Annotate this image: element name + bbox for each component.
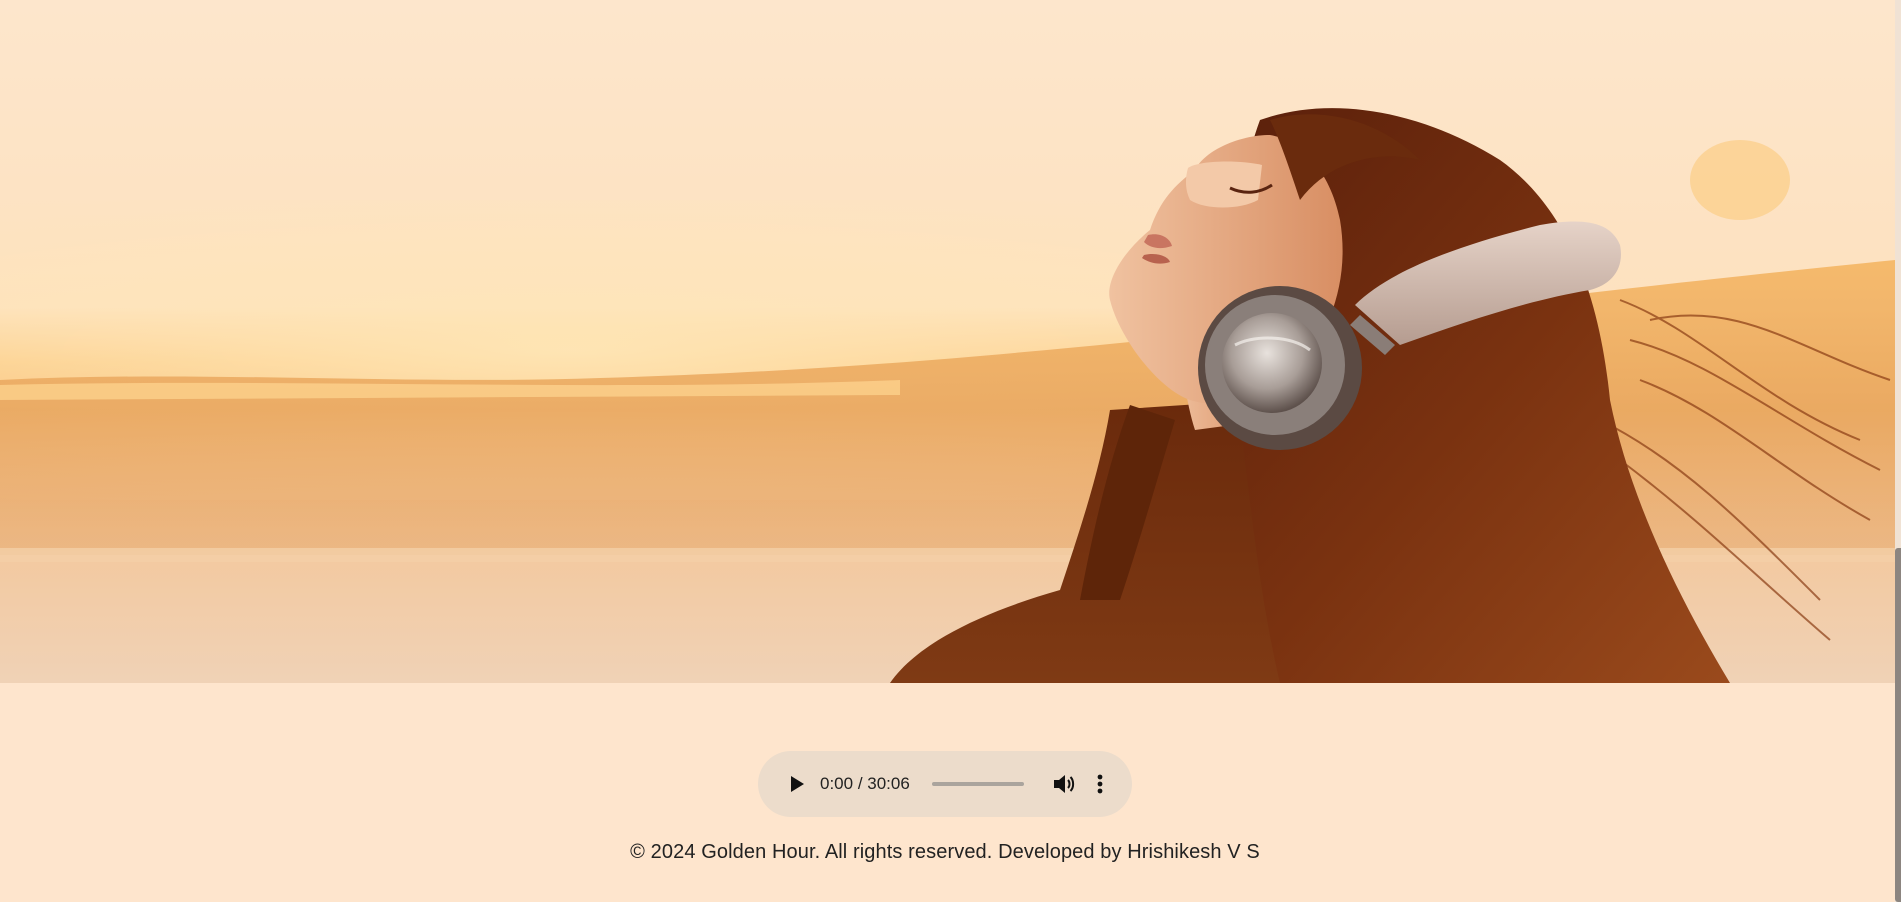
scrollbar[interactable] [1895,0,1901,902]
woman-headphones-sunset-photo [0,0,1895,683]
volume-button[interactable] [1050,770,1078,798]
time-display: 0:00 / 30:06 [820,774,910,794]
hero-image [0,0,1895,683]
time-separator: / [853,774,868,793]
play-icon [791,776,804,792]
page: 0:00 / 30:06 © 2024 Golden Hour. All rig… [0,0,1901,902]
more-options-button[interactable] [1090,770,1110,798]
footer-copyright: © 2024 Golden Hour. All rights reserved.… [630,841,1260,863]
audio-player[interactable]: 0:00 / 30:06 [758,751,1132,817]
scrollbar-thumb[interactable] [1895,548,1901,902]
current-time: 0:00 [820,774,854,793]
volume-icon [1053,775,1074,793]
more-vertical-icon [1097,774,1103,794]
play-button[interactable] [782,769,812,799]
seek-bar[interactable] [931,782,1024,786]
duration: 30:06 [867,774,910,793]
